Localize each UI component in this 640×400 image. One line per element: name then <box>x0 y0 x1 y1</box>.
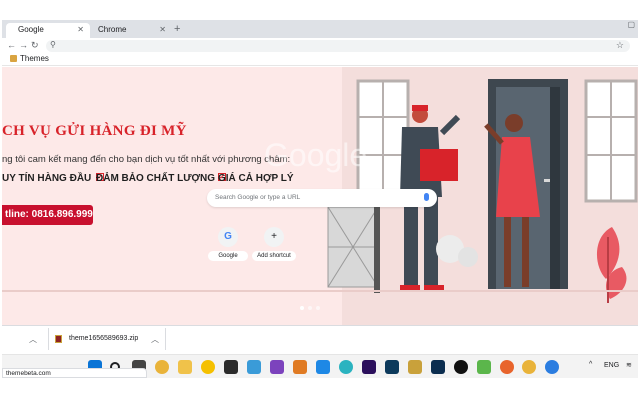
language-indicator[interactable]: ENG <box>604 362 619 369</box>
theme-headline: CH VỤ GỬI HÀNG ĐI MỸ <box>2 123 187 139</box>
app-icon[interactable] <box>293 360 307 374</box>
photoshop-icon[interactable] <box>431 360 445 374</box>
firefox-icon[interactable] <box>500 360 514 374</box>
premiere-icon[interactable] <box>362 360 376 374</box>
shortcut-add[interactable]: + Add shortcut <box>252 227 296 261</box>
app-icon[interactable] <box>477 360 491 374</box>
google-logo: Google <box>264 137 368 173</box>
bookmarks-bar: Themes <box>2 54 638 66</box>
tiktok-icon[interactable] <box>454 360 468 374</box>
folder-icon <box>10 55 17 62</box>
close-icon[interactable]: ✕ <box>77 25 84 34</box>
google-icon: G <box>218 227 238 247</box>
ntp-search-box[interactable]: Search Google or type a URL <box>207 189 437 207</box>
browser-toolbar: ← → ↻ ⚲ ☆ <box>2 38 638 54</box>
chrome-icon[interactable] <box>155 360 169 374</box>
download-shelf: ︿ theme1656589693.zip ︿ <box>2 325 638 352</box>
chevron-up-icon[interactable]: ︿ <box>151 334 159 345</box>
search-placeholder: Search Google or type a URL <box>215 194 301 201</box>
lightroom-icon[interactable] <box>385 360 399 374</box>
forward-button[interactable]: → <box>19 40 28 50</box>
app-icon[interactable] <box>408 360 422 374</box>
tab-label: Google <box>18 25 44 34</box>
bookmark-themes[interactable]: Themes <box>10 54 49 63</box>
back-button[interactable]: ← <box>7 40 16 50</box>
carousel-dot[interactable] <box>316 306 320 310</box>
reload-button[interactable]: ↻ <box>31 40 39 51</box>
file-explorer-icon[interactable] <box>178 360 192 374</box>
restore-window-icon[interactable]: ▢ <box>627 20 635 29</box>
tab-google[interactable]: Google ✕ <box>6 23 90 38</box>
tab-label: Chrome <box>98 25 127 34</box>
shortcut-label: Add shortcut <box>252 251 296 261</box>
close-icon[interactable]: ✕ <box>159 25 166 34</box>
shortcut-google[interactable]: G Google <box>208 227 248 261</box>
hotline-badge: tline: 0816.896.999 <box>2 205 93 225</box>
tab-strip: Google ✕ Chrome ✕ + ▢ <box>2 20 638 38</box>
edge-icon[interactable] <box>339 360 353 374</box>
microphone-icon[interactable] <box>424 193 429 201</box>
download-item[interactable]: theme1656589693.zip ︿ <box>48 328 166 350</box>
app-icon[interactable] <box>224 360 238 374</box>
bookmark-star-icon[interactable]: ☆ <box>616 40 624 51</box>
tray-chevron-icon[interactable]: ^ <box>589 361 592 368</box>
theme-subline: ng tôi cam kết mang đến cho bạn dịch vụ … <box>2 154 291 165</box>
wifi-icon[interactable]: ≋ <box>626 361 632 369</box>
shortcut-label: Google <box>208 251 248 261</box>
carousel-dots <box>300 297 324 315</box>
browser-window: Google ✕ Chrome ✕ + ▢ ← → ↻ ⚲ ☆ Themes C… <box>0 0 640 400</box>
chevron-up-icon[interactable]: ︿ <box>29 334 37 345</box>
carousel-dot[interactable] <box>300 306 304 310</box>
zalo-icon[interactable] <box>545 360 559 374</box>
new-tab-page: CH VỤ GỬI HÀNG ĐI MỸ ng tôi cam kết mang… <box>2 67 638 325</box>
bookmark-label: Themes <box>20 54 49 63</box>
chrome-icon[interactable] <box>522 360 536 374</box>
plus-icon: + <box>264 227 284 247</box>
tab-chrome[interactable]: Chrome ✕ <box>92 23 172 38</box>
vscode-icon[interactable] <box>316 360 330 374</box>
address-bar[interactable]: ⚲ <box>46 40 630 52</box>
carousel-dot[interactable] <box>308 306 312 310</box>
app-icon[interactable] <box>247 360 261 374</box>
zip-file-icon <box>55 335 62 343</box>
new-tab-button[interactable]: + <box>174 23 180 35</box>
download-filename: theme1656589693.zip <box>69 335 139 342</box>
visual-studio-icon[interactable] <box>270 360 284 374</box>
status-bubble: themebeta.com <box>2 368 147 378</box>
search-icon: ⚲ <box>50 40 56 49</box>
app-icon[interactable] <box>201 360 215 374</box>
